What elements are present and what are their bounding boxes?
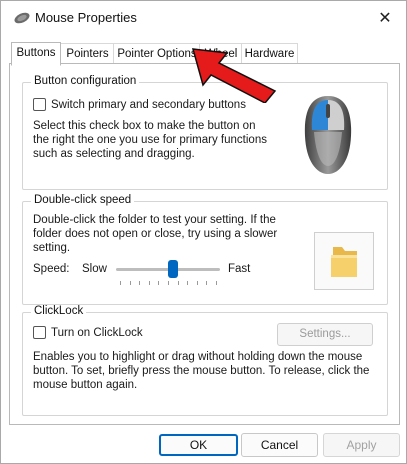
tab-panel: Button configuration Switch primary and … xyxy=(9,63,400,425)
slider-tick xyxy=(216,281,217,285)
red-arrow-annotation xyxy=(191,48,277,103)
mouse-image-icon xyxy=(304,96,352,174)
slider-tick xyxy=(168,281,169,285)
close-icon: ✕ xyxy=(378,10,392,27)
slider-tick xyxy=(196,281,198,285)
slider-tick xyxy=(187,281,189,285)
slider-tick xyxy=(120,281,121,285)
slider-tick xyxy=(148,281,150,285)
slider-tick xyxy=(139,281,141,285)
mouse-illustration xyxy=(278,86,378,182)
title-bar: Mouse Properties ✕ xyxy=(1,1,406,35)
clicklock-checkbox[interactable] xyxy=(33,326,46,339)
test-folder[interactable] xyxy=(314,232,374,290)
mouse-icon xyxy=(14,12,30,24)
folder-icon xyxy=(331,247,357,277)
double-click-description: Double-click the folder to test your set… xyxy=(33,214,278,254)
slider-thumb[interactable] xyxy=(167,260,178,278)
speed-label: Speed: xyxy=(33,263,70,275)
tab-buttons[interactable]: Buttons xyxy=(11,42,61,66)
close-button[interactable]: ✕ xyxy=(364,1,406,35)
slider-tick xyxy=(158,281,160,285)
switch-buttons-checkbox[interactable] xyxy=(33,98,46,111)
clicklock-description: Enables you to highlight or drag without… xyxy=(33,351,370,391)
double-click-speed-slider[interactable] xyxy=(116,260,220,285)
cancel-button[interactable]: Cancel xyxy=(241,433,318,457)
slider-ticks xyxy=(116,281,220,285)
clicklock-label: Turn on ClickLock xyxy=(51,326,143,339)
tab-pointers[interactable]: Pointers xyxy=(60,43,115,64)
mouse-properties-window: Mouse Properties ✕ Buttons Pointers Poin… xyxy=(0,0,407,464)
button-config-description: Select this check box to make the button… xyxy=(33,120,267,160)
double-click-speed-title: Double-click speed xyxy=(31,194,135,206)
clicklock-settings-button[interactable]: Settings... xyxy=(277,323,373,346)
slider-tick xyxy=(206,281,208,285)
fast-label: Fast xyxy=(228,263,251,275)
apply-button[interactable]: Apply xyxy=(323,433,400,457)
slider-tick xyxy=(129,281,131,285)
clicklock-title: ClickLock xyxy=(31,305,87,317)
button-configuration-title: Button configuration xyxy=(31,75,140,87)
slider-tick xyxy=(177,281,179,285)
clicklock-checkbox-row[interactable]: Turn on ClickLock xyxy=(33,326,143,339)
slow-label: Slow xyxy=(82,263,107,275)
ok-button[interactable]: OK xyxy=(159,434,238,456)
window-title: Mouse Properties xyxy=(35,10,137,25)
